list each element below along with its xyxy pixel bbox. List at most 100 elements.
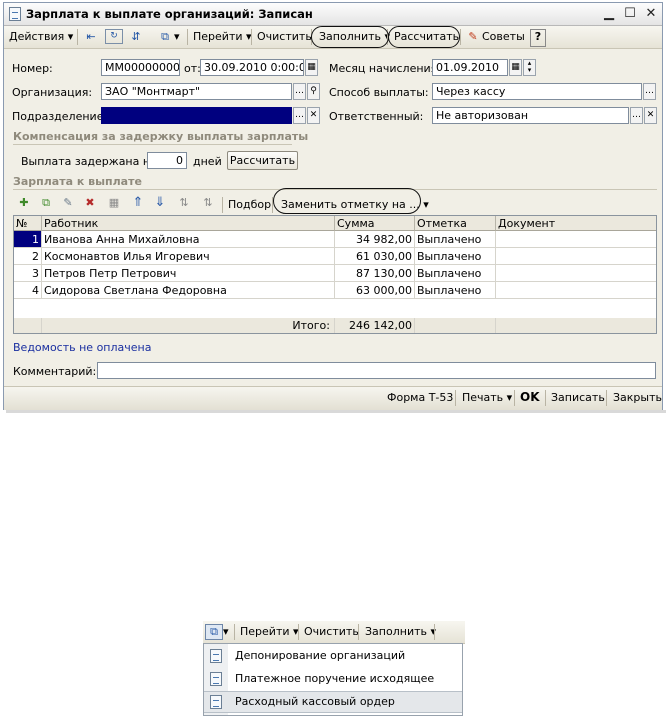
structure-icon[interactable]: ⇵ (128, 29, 144, 45)
document-icon (210, 649, 222, 663)
row-number-cell[interactable]: 3 (14, 265, 42, 282)
document-cell[interactable] (496, 231, 656, 248)
total-value: 246 142,00 (335, 318, 415, 333)
toolbar-separator (234, 624, 235, 640)
clear-x-icon[interactable]: ✕ (307, 107, 320, 124)
enter-on-base-dropdown-icon[interactable]: ▾ (174, 29, 180, 45)
delay-days-field[interactable]: 0 (147, 152, 187, 169)
calendar-icon[interactable]: ▦ (509, 59, 522, 76)
month-field[interactable]: 01.09.2010 (432, 59, 508, 76)
totals-cell (14, 318, 42, 333)
column-header-sum[interactable]: Сумма (335, 216, 415, 231)
mark-cell[interactable]: Выплачено (415, 248, 496, 265)
select-ellipsis-icon[interactable]: … (293, 107, 306, 124)
clear-button[interactable]: Очистить (304, 624, 359, 640)
goto-menu[interactable]: Перейти ▾ (240, 624, 299, 640)
copy-row-icon[interactable]: ⧉ (38, 195, 54, 211)
document-cell[interactable] (496, 265, 656, 282)
help-button[interactable]: ? (530, 29, 546, 47)
toolbar-separator (545, 390, 546, 406)
add-row-icon[interactable]: ✚ (16, 195, 32, 211)
responsible-field[interactable]: Не авторизован (432, 107, 629, 124)
sum-cell[interactable]: 61 030,00 (335, 248, 415, 265)
menu-item-payment-order[interactable]: Платежное поручение исходящее (204, 668, 462, 690)
division-field[interactable] (101, 107, 292, 124)
enter-on-base-icon[interactable]: ⧉ (205, 624, 223, 640)
window-title: Зарплата к выплате организаций: Записан (26, 7, 313, 21)
mark-cell[interactable]: Выплачено (415, 231, 496, 248)
toolbar-separator (460, 29, 461, 45)
totals-cell (415, 318, 496, 333)
sort-descending-icon[interactable]: ⇅ (200, 195, 216, 211)
sort-ascending-icon[interactable]: ⇅ (176, 195, 192, 211)
open-magnifier-icon[interactable]: ⚲ (307, 83, 320, 100)
close-icon[interactable]: ✕ (642, 5, 660, 22)
enter-on-base-icon[interactable]: ⧉ (157, 29, 173, 45)
menu-toolbar: ⧉ ▾ Перейти ▾ Очистить Заполнить ▾ (203, 621, 465, 644)
comment-field[interactable] (97, 362, 656, 379)
ok-button[interactable]: OK (520, 390, 540, 404)
edit-row-icon[interactable]: ✎ (60, 195, 76, 211)
organization-field[interactable]: ЗАО "Монтмарт" (101, 83, 292, 100)
goto-menu[interactable]: Перейти ▾ (193, 29, 252, 45)
days-label: дней (193, 155, 222, 168)
select-button[interactable]: Подбор (228, 198, 271, 211)
move-down-icon[interactable]: ⇓ (152, 195, 168, 211)
mark-cell[interactable]: Выплачено (415, 282, 496, 299)
totals-cell (496, 318, 656, 333)
close-button[interactable]: Закрыть (613, 391, 662, 404)
column-header-mark[interactable]: Отметка (415, 216, 496, 231)
sum-cell[interactable]: 63 000,00 (335, 282, 415, 299)
payroll-table[interactable]: № Работник Сумма Отметка Документ 1 Иван… (13, 215, 657, 334)
form-t53-button[interactable]: Форма Т-53 (387, 391, 453, 404)
clear-x-icon[interactable]: ✕ (644, 107, 657, 124)
row-number-cell[interactable]: 1 (14, 231, 42, 248)
minimize-icon[interactable]: ▁ (600, 5, 618, 22)
worker-cell[interactable]: Петров Петр Петрович (42, 265, 335, 282)
mark-cell[interactable]: Выплачено (415, 265, 496, 282)
compensation-section-title: Компенсация за задержку выплаты зарплаты (13, 130, 309, 143)
column-header-number[interactable]: № (14, 216, 42, 231)
column-header-worker[interactable]: Работник (42, 216, 335, 231)
actions-menu[interactable]: Действия ▾ (9, 29, 73, 45)
document-cell[interactable] (496, 248, 656, 265)
worker-cell[interactable]: Сидорова Светлана Федоровна (42, 282, 335, 299)
fill-menu[interactable]: Заполнить ▾ (365, 624, 436, 640)
menu-item-deposit[interactable]: Депонирование организаций (204, 645, 462, 667)
pay-method-label: Способ выплаты: (329, 86, 429, 99)
worker-cell[interactable]: Космонавтов Илья Игоревич (42, 248, 335, 265)
clear-button[interactable]: Очистить (257, 29, 312, 45)
column-header-document[interactable]: Документ (496, 216, 656, 231)
select-ellipsis-icon[interactable]: … (630, 107, 643, 124)
pay-method-field[interactable]: Через кассу (432, 83, 642, 100)
menu-item-cash-order[interactable]: Расходный кассовый ордер (204, 691, 462, 713)
select-ellipsis-icon[interactable]: … (643, 83, 656, 100)
toolbar-separator (606, 390, 607, 406)
end-edit-icon[interactable]: ▦ (106, 195, 122, 211)
maximize-icon[interactable]: ☐ (621, 5, 639, 22)
worker-cell[interactable]: Иванова Анна Михайловна (42, 231, 335, 248)
print-menu[interactable]: Печать ▾ (462, 391, 512, 404)
calendar-icon[interactable]: ▦ (305, 59, 318, 76)
payment-status-link[interactable]: Ведомость не оплачена (13, 341, 151, 354)
enter-on-base-dropdown-icon[interactable]: ▾ (223, 624, 229, 640)
date-field[interactable]: 30.09.2010 0:00:00 (200, 59, 304, 76)
sum-cell[interactable]: 87 130,00 (335, 265, 415, 282)
document-cell[interactable] (496, 282, 656, 299)
save-button[interactable]: Записать (551, 391, 605, 404)
fill-label: Заполнить (365, 625, 427, 638)
main-toolbar: Действия ▾ ⇤ ↻ ⇵ ⧉ ▾ Перейти ▾ Очистить … (4, 26, 662, 49)
number-field[interactable]: ММ000000001 (101, 59, 180, 76)
row-number-cell[interactable]: 4 (14, 282, 42, 299)
move-up-icon[interactable]: ⇑ (130, 195, 146, 211)
compensation-calculate-button[interactable]: Рассчитать (227, 151, 298, 170)
sum-cell[interactable]: 34 982,00 (335, 231, 415, 248)
refresh-icon[interactable]: ↻ (105, 29, 123, 44)
back-arrow-icon[interactable]: ⇤ (83, 29, 99, 45)
select-ellipsis-icon[interactable]: … (293, 83, 306, 100)
tips-button[interactable]: Советы (482, 29, 525, 45)
delete-row-icon[interactable]: ✖ (82, 195, 98, 211)
month-spinner-icon[interactable]: ▴ ▾ (523, 59, 536, 76)
document-icon (210, 672, 222, 686)
row-number-cell[interactable]: 2 (14, 248, 42, 265)
